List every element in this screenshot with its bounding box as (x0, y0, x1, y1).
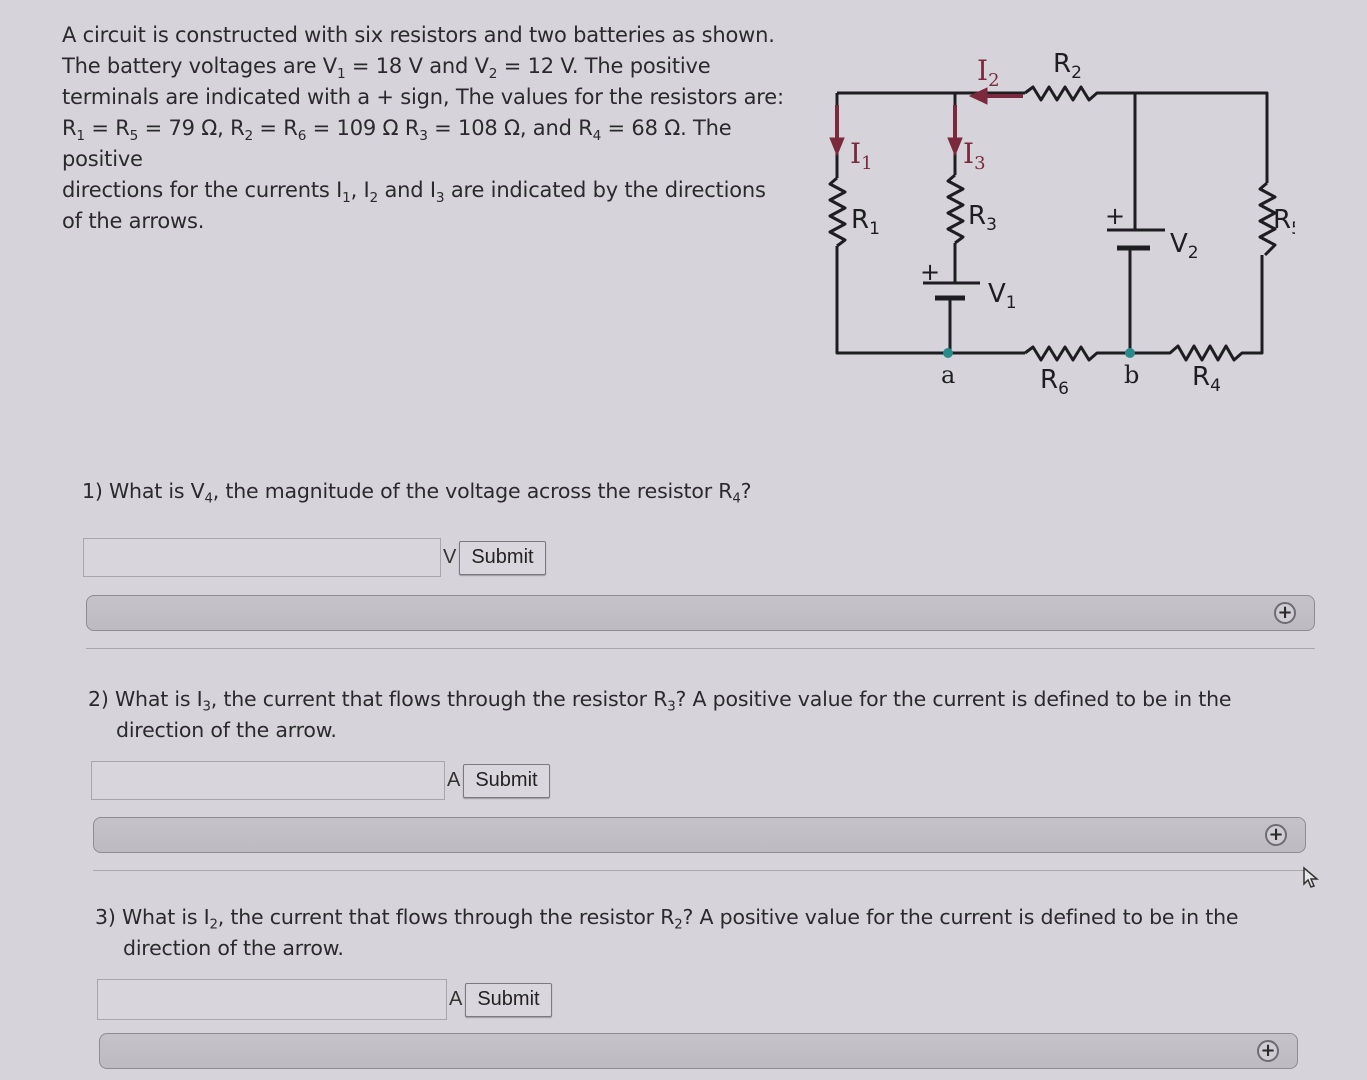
label-r3: R3 (968, 201, 997, 235)
resistor-r1 (828, 176, 847, 248)
expand-icon[interactable]: + (1265, 824, 1287, 846)
node-a (943, 348, 953, 358)
answer-row-1: V Submit (83, 538, 546, 577)
question-2: 2) What is I3, the current that flows th… (88, 687, 1232, 742)
arrow-i1-head (829, 137, 845, 157)
label-r1: R1 (851, 205, 880, 239)
submit-button-1[interactable]: Submit (459, 540, 546, 575)
feedback-bar-2[interactable]: + (93, 817, 1306, 853)
intro-line-6: of the arrows. (62, 209, 205, 233)
question-3: 3) What is I2, the current that flows th… (95, 905, 1239, 960)
divider (93, 870, 1306, 871)
label-i2: I2 (977, 54, 1000, 91)
unit-label-2: A (447, 769, 461, 791)
resistor-r2 (1024, 85, 1105, 102)
arrow-i3-head (947, 137, 963, 157)
resistor-r3 (946, 173, 965, 245)
answer-row-2: A Submit (91, 761, 550, 800)
plus-v2: + (1105, 202, 1125, 230)
unit-label-1: V (443, 546, 457, 568)
plus-v1: + (920, 258, 940, 286)
resistor-r4 (1130, 255, 1264, 362)
label-v2: V2 (1170, 229, 1199, 263)
expand-icon[interactable]: + (1274, 602, 1296, 624)
resistor-r6 (1024, 345, 1130, 362)
question-1: 1) What is V4, the magnitude of the volt… (82, 479, 752, 507)
answer-input-2[interactable] (91, 761, 445, 800)
intro-line-5: directions for the currents I1, I2 and I… (62, 178, 766, 206)
answer-input-1[interactable] (83, 538, 441, 577)
intro-line-2: The battery voltages are V1 = 18 V and V… (62, 54, 711, 82)
label-r4: R4 (1192, 362, 1221, 396)
label-i3: I3 (963, 137, 986, 174)
label-node-a: a (941, 361, 955, 389)
divider (86, 648, 1315, 649)
intro-line-4: R1 = R5 = 79 Ω, R2 = R6 = 109 Ω R3 = 108… (62, 116, 732, 171)
submit-button-3[interactable]: Submit (465, 982, 552, 1017)
label-r2: R2 (1053, 49, 1082, 83)
submit-button-2[interactable]: Submit (463, 763, 550, 798)
circuit-diagram: I2 I1 I3 R2 R1 R3 R5 V1 V2 R6 R4 + + a b (828, 49, 1295, 399)
label-r5: R5 (1273, 205, 1295, 239)
answer-row-3: A Submit (97, 979, 552, 1020)
arrow-i2-head (968, 87, 988, 105)
intro-line-1: A circuit is constructed with six resist… (62, 23, 775, 47)
feedback-bar-1[interactable]: + (86, 595, 1315, 631)
node-b (1125, 348, 1135, 358)
label-r6: R6 (1040, 365, 1069, 399)
feedback-bar-3[interactable]: + (99, 1033, 1298, 1069)
label-node-b: b (1124, 361, 1139, 389)
intro-line-3: terminals are indicated with a + sign, T… (62, 85, 784, 109)
answer-input-3[interactable] (97, 979, 447, 1020)
unit-label-3: A (449, 988, 463, 1010)
wire-top-right (1105, 91, 1269, 183)
label-i1: I1 (850, 137, 873, 174)
expand-icon[interactable]: + (1257, 1040, 1279, 1062)
mouse-cursor-icon (1303, 866, 1320, 888)
problem-statement: A circuit is constructed with six resist… (62, 20, 812, 237)
label-v1: V1 (988, 279, 1017, 313)
